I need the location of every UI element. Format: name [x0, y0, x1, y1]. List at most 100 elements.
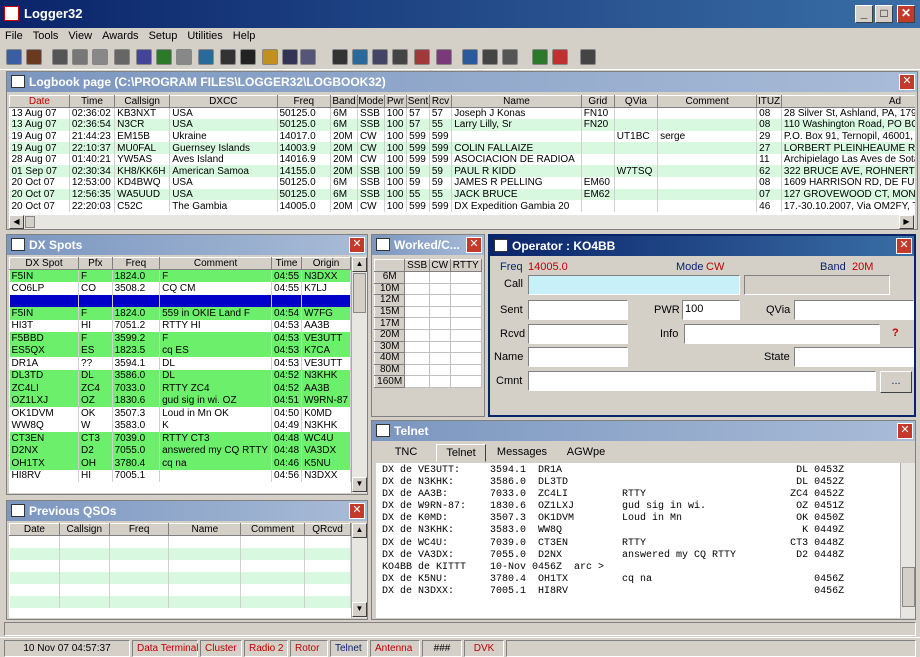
toolbar-button-icon[interactable]	[114, 49, 130, 65]
logbook-row[interactable]: 20 Oct 07 22:20:03 C52C The Gambia 14005.0 20…	[9, 200, 915, 212]
dxspots-col-header[interactable]: Time	[271, 257, 303, 270]
menu-file[interactable]: File	[0, 28, 28, 44]
rcvd-input[interactable]	[528, 324, 628, 344]
logbook-col-header[interactable]: Ad	[780, 95, 915, 108]
maximize-button[interactable]: □	[875, 5, 893, 23]
more-button[interactable]: ...	[880, 371, 912, 393]
logbook-col-header[interactable]: QVia	[613, 95, 659, 108]
qvia-input[interactable]	[794, 300, 914, 320]
toolbar-button-icon[interactable]	[580, 49, 596, 65]
dxspot-row[interactable]: CO6LP CO 3508.2 CQ CM 04:55 K7LJ	[9, 282, 351, 295]
tab-messages[interactable]: Messages	[488, 446, 556, 458]
toolbar-button-icon[interactable]	[176, 49, 192, 65]
toolbar-button-icon[interactable]	[392, 49, 408, 65]
logbook-col-header[interactable]: Sent	[406, 95, 430, 108]
help-button[interactable]: ?	[892, 327, 899, 339]
logbook-col-header[interactable]: Time	[68, 95, 116, 108]
logbook-col-header[interactable]: Mode	[356, 95, 385, 108]
status-cluster[interactable]: Cluster	[200, 640, 242, 657]
toolbar-button-icon[interactable]	[26, 49, 42, 65]
dxspot-row[interactable]: ZC4LI ZC4 7033.0 RTTY ZC4 04:52 AA3B	[9, 382, 351, 395]
logbook-hscroll-thumb[interactable]	[25, 216, 35, 228]
logbook-row[interactable]: 19 Aug 07 22:10:37 MU0FAL Guernsey Islands 1…	[9, 142, 915, 154]
pwr-input[interactable]: 100	[682, 300, 740, 320]
logbook-col-header[interactable]: Band	[330, 95, 358, 108]
status-radio2[interactable]: Radio 2	[244, 640, 288, 657]
toolbar-button-icon[interactable]	[332, 49, 348, 65]
telnet-close-button[interactable]: ✕	[897, 423, 913, 439]
toolbar-button-icon[interactable]	[6, 49, 22, 65]
dxspots-vscroll-thumb[interactable]	[353, 273, 366, 313]
toolbar-button-icon[interactable]	[482, 49, 498, 65]
dxspot-row[interactable]: HI8RV HI 7005.1 04:56 N3DXX	[9, 469, 351, 482]
close-button[interactable]: ✕	[897, 5, 915, 23]
dxspot-row[interactable]: F5IN F 1824.0 F 04:55 N3DXX	[9, 269, 351, 282]
logbook-close-button[interactable]: ✕	[899, 74, 915, 90]
prevqsos-col-header[interactable]: Date	[9, 523, 60, 536]
prevqsos-col-header[interactable]: Freq	[108, 523, 170, 536]
minimize-button[interactable]: _	[855, 5, 873, 23]
scroll-up-icon[interactable]: ▲	[352, 257, 367, 272]
call-input[interactable]	[528, 275, 740, 295]
dxspot-row[interactable]: OH1TX OH 3780.4 cq na 04:46 K5NU	[9, 457, 351, 470]
toolbar-button-icon[interactable]	[532, 49, 548, 65]
prevqsos-close-button[interactable]: ✕	[349, 503, 365, 519]
toolbar-button-icon[interactable]	[462, 49, 478, 65]
name-input[interactable]	[528, 347, 628, 367]
menu-setup[interactable]: Setup	[144, 28, 183, 44]
logbook-row[interactable]: 19 Aug 07 21:44:23 EM15B Ukraine 14017.0 20M C…	[9, 130, 915, 143]
dxspots-close-button[interactable]: ✕	[349, 237, 365, 253]
scroll-right-icon[interactable]: ▶	[899, 215, 914, 229]
prevqsos-col-header[interactable]: Callsign	[58, 523, 110, 536]
logbook-col-header[interactable]: DXCC	[169, 95, 278, 108]
scroll-left-icon[interactable]: ◀	[9, 215, 24, 229]
status-data-terminal[interactable]: Data Terminal	[132, 640, 199, 657]
toolbar-button-icon[interactable]	[436, 49, 452, 65]
dxspot-row[interactable]: F5BBD F 3599.2 F 04:53 VE3UTT	[9, 332, 351, 345]
status-telnet[interactable]: Telnet	[330, 640, 368, 657]
logbook-col-header[interactable]: Grid	[580, 95, 615, 108]
toolbar-button-icon[interactable]	[52, 49, 68, 65]
toolbar-button-icon[interactable]	[72, 49, 88, 65]
logbook-row[interactable]: 13 Aug 07 02:36:54 N3CR USA 50125.0 6M SSB 100 5…	[9, 119, 915, 131]
logbook-col-header[interactable]: Freq	[276, 95, 332, 108]
toolbar-button-icon[interactable]	[156, 49, 172, 65]
toolbar-button-icon[interactable]	[552, 49, 568, 65]
toolbar-button-icon[interactable]	[262, 49, 278, 65]
toolbar-button-icon[interactable]	[282, 49, 298, 65]
toolbar-button-icon[interactable]	[352, 49, 368, 65]
dxspot-row[interactable]: OK1DVM OK 3507.3 Loud in Mn OK 04:50 K0MD	[9, 407, 351, 420]
dxspot-row[interactable]: D2NX D2 7055.0 answered my CQ RTTY 04:48 VA3D…	[9, 444, 351, 457]
dxspot-row[interactable]: OZ1LXJ OZ 1830.6 gud sig in wi. OZ 04:51 W9RN…	[9, 394, 351, 407]
menu-tools[interactable]: Tools	[28, 28, 64, 44]
toolbar-button-icon[interactable]	[198, 49, 214, 65]
scroll-down-icon[interactable]: ▼	[352, 477, 367, 492]
telnet-output[interactable]: DX de VE3UTT: 3594.1 DR1A DL 0453Z DX de …	[376, 463, 900, 618]
status-antenna[interactable]: Antenna	[370, 640, 420, 657]
dxspots-col-header[interactable]: Origin	[301, 257, 351, 270]
status-dvk[interactable]: DVK	[464, 640, 504, 657]
dxspot-row[interactable]: DL3TD DL 3586.0 DL 04:52 N3KHK	[9, 369, 351, 382]
toolbar-button-icon[interactable]	[372, 49, 388, 65]
worked-close-button[interactable]: ✕	[466, 237, 482, 253]
status-rotor[interactable]: Rotor	[290, 640, 328, 657]
logbook-row[interactable]: 13 Aug 07 02:36:02 KB3NXT USA 50125.0 6M SSB 10…	[9, 107, 915, 120]
toolbar-button-icon[interactable]	[414, 49, 430, 65]
toolbar-button-icon[interactable]	[240, 49, 256, 65]
toolbar-button-icon[interactable]	[502, 49, 518, 65]
prevqsos-vscrollbar[interactable]: ▲ ▼	[351, 523, 367, 618]
telnet-vscrollbar[interactable]	[900, 463, 915, 618]
logbook-col-header[interactable]: Name	[451, 95, 582, 108]
dxspot-row[interactable]: WW8Q W 3583.0 K 04:49 N3KHK	[9, 419, 351, 432]
dxspot-row[interactable]	[9, 294, 351, 307]
logbook-row[interactable]: 20 Oct 07 12:53:00 KD4BWQ USA 50125.0 6M SSB 10…	[9, 177, 915, 189]
logbook-row[interactable]: 01 Sep 07 02:30:34 KH8/KK6H American Samoa 1…	[9, 165, 915, 178]
dxspot-row[interactable]: DR1A?? 3594.1 DL 04:53 VE3UTT	[9, 357, 351, 370]
dxspot-row[interactable]: HI3T HI 7051.2 RTTY HI 04:53 AA3B	[9, 319, 351, 332]
dxspots-col-header[interactable]: Comment	[159, 257, 273, 270]
toolbar-button-icon[interactable]	[220, 49, 236, 65]
sent-input[interactable]	[528, 300, 628, 320]
menu-awards[interactable]: Awards	[97, 28, 143, 44]
tab-tnc[interactable]: TNC	[376, 446, 436, 458]
info-input[interactable]	[684, 324, 880, 344]
